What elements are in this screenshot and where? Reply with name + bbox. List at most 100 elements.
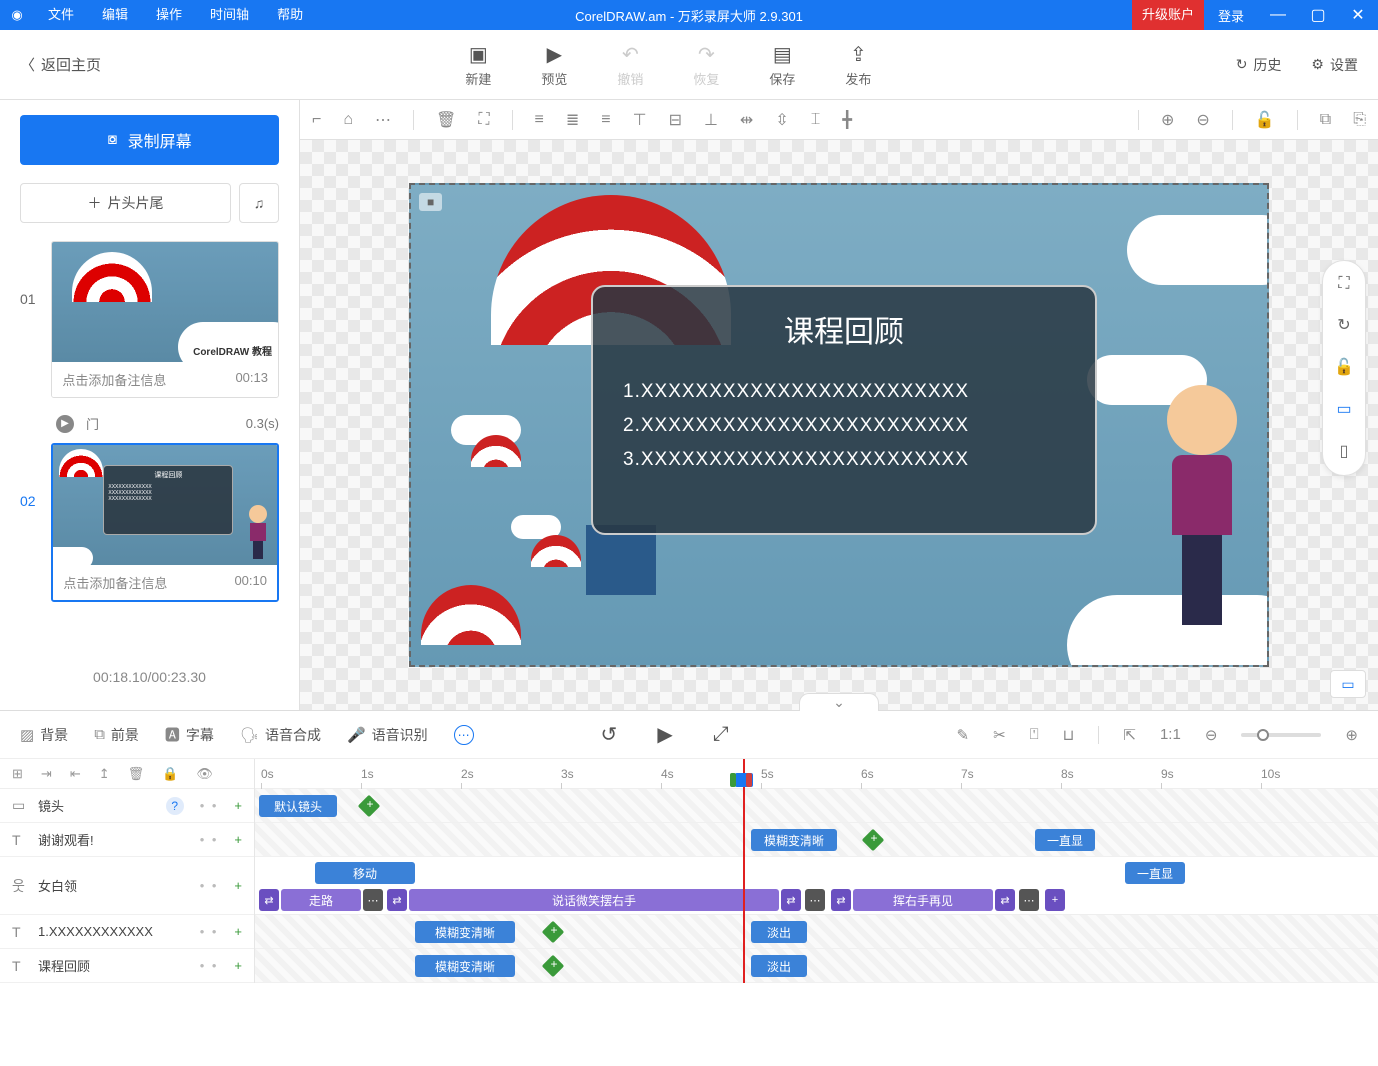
tab-foreground[interactable]: ⧉前景 bbox=[94, 725, 139, 745]
clip-wave-bye[interactable]: 挥右手再见 bbox=[853, 889, 993, 911]
clip-blur-to-clear[interactable]: 模糊变清晰 bbox=[751, 829, 837, 851]
paste-icon[interactable]: ⎘ bbox=[1353, 111, 1366, 129]
playhead[interactable] bbox=[743, 759, 745, 983]
history-button[interactable]: ↻历史 bbox=[1236, 55, 1282, 75]
seg-add-icon[interactable]: + bbox=[1045, 889, 1065, 911]
maximize-button[interactable]: ▢ bbox=[1298, 5, 1338, 25]
menu-timeline[interactable]: 时间轴 bbox=[196, 0, 263, 30]
publish-button[interactable]: ⇪发布 bbox=[845, 42, 871, 88]
collapse-handle[interactable]: ⌄ bbox=[799, 693, 879, 711]
time-ruler[interactable]: 0s 1s 2s 3s 4s 5s 6s 7s 8s 9s 10s bbox=[255, 759, 1378, 789]
align-left-icon[interactable]: ≡ bbox=[535, 111, 544, 129]
close-button[interactable]: ✕ bbox=[1338, 5, 1378, 25]
play-transition-icon[interactable]: ▶ bbox=[56, 415, 74, 433]
play-timeline-icon[interactable]: ▶ bbox=[657, 722, 672, 747]
preview-button[interactable]: ▶预览 bbox=[541, 42, 567, 88]
canvas-viewport[interactable]: ■ 课程回顾 1.XXXXXXXXXXXXXXXXXXXXXXXX 2.XXXX… bbox=[300, 140, 1378, 710]
seg-menu-icon[interactable]: ⋯ bbox=[1019, 889, 1039, 911]
seg-menu-icon[interactable]: ⋯ bbox=[805, 889, 825, 911]
track-row-character[interactable]: 移动 一直显 ⇄ 走路 ⋯ ⇄ 说话微笑摆右手 ⇄ ⋯ ⇄ 挥右手再见 ⇄ ⋯ … bbox=[255, 857, 1378, 915]
track-row[interactable]: 默认镜头 bbox=[255, 789, 1378, 823]
unlock-icon[interactable]: 🔓 bbox=[1334, 357, 1354, 377]
clip-move[interactable]: 移动 bbox=[315, 862, 415, 884]
seg-cap-icon[interactable]: ⇄ bbox=[781, 889, 801, 911]
trash-track-icon[interactable]: 🗑 bbox=[128, 766, 145, 782]
track-text-2[interactable]: T1.XXXXXXXXXXXX• •+ bbox=[0, 915, 254, 949]
zoom-out-icon[interactable]: ⊖ bbox=[1196, 110, 1209, 130]
clip-always-show[interactable]: 一直显 bbox=[1125, 862, 1185, 884]
lock-track-icon[interactable]: 🔒 bbox=[162, 766, 178, 782]
upgrade-button[interactable]: 升级账户 bbox=[1132, 0, 1204, 30]
clip-blur-to-clear[interactable]: 模糊变清晰 bbox=[415, 921, 515, 943]
transition-row[interactable]: ▶ 门 0.3(s) bbox=[20, 410, 279, 443]
tab-tts[interactable]: 🗣语音合成 bbox=[240, 725, 321, 745]
seg-menu-icon[interactable]: ⋯ bbox=[363, 889, 383, 911]
menu-edit[interactable]: 编辑 bbox=[88, 0, 142, 30]
record-screen-button[interactable]: ⧇ 录制屏幕 bbox=[20, 115, 279, 165]
keyframe-add[interactable] bbox=[358, 795, 381, 818]
align-middle-icon[interactable]: ⊟ bbox=[669, 110, 682, 130]
copy-icon[interactable]: ⧉ bbox=[1320, 111, 1331, 129]
zoom-in-icon[interactable]: ⊕ bbox=[1161, 110, 1174, 130]
menu-file[interactable]: 文件 bbox=[34, 0, 88, 30]
track-camera[interactable]: ▭镜头?• •+ bbox=[0, 789, 254, 823]
add-track-icon[interactable]: ⊞ bbox=[12, 766, 23, 782]
clip-blur-to-clear[interactable]: 模糊变清晰 bbox=[415, 955, 515, 977]
character-graphic[interactable] bbox=[1147, 385, 1257, 645]
more-h-icon[interactable]: ⋯ bbox=[375, 110, 391, 130]
up-icon[interactable]: ↥ bbox=[99, 766, 110, 782]
zoom-slider[interactable] bbox=[1241, 733, 1321, 737]
tab-subtitle[interactable]: 🅰字幕 bbox=[165, 724, 214, 745]
tab-more[interactable]: ⋯ bbox=[454, 725, 474, 745]
eye-icon[interactable]: 👁 bbox=[196, 766, 213, 782]
slide-item-2[interactable]: 02 课程回顾 XXXXXXXXXXXXXXXXXXXXXXXXXXXXXXXX… bbox=[20, 443, 279, 602]
edit-icon[interactable]: ✎ bbox=[956, 726, 969, 744]
clip-walk[interactable]: 走路 bbox=[281, 889, 361, 911]
seg-cap-icon[interactable]: ⇄ bbox=[259, 889, 279, 911]
align-right-icon[interactable]: ≡ bbox=[601, 111, 610, 129]
track-row[interactable]: 模糊变清晰 淡出 bbox=[255, 949, 1378, 983]
text-panel[interactable]: 课程回顾 1.XXXXXXXXXXXXXXXXXXXXXXXX 2.XXXXXX… bbox=[591, 285, 1097, 535]
music-button[interactable]: ♫ bbox=[239, 183, 279, 223]
save-button[interactable]: ▤保存 bbox=[769, 42, 795, 88]
track-text-3[interactable]: T课程回顾• •+ bbox=[0, 949, 254, 983]
ruler-icon[interactable]: ⌐ bbox=[312, 111, 321, 129]
mobile-view-icon[interactable]: ▯ bbox=[1340, 441, 1349, 461]
export-icon[interactable]: ⇤ bbox=[70, 766, 81, 782]
zoom-in-tl-icon[interactable]: ⊕ bbox=[1345, 726, 1358, 744]
menu-action[interactable]: 操作 bbox=[142, 0, 196, 30]
clip-always-show[interactable]: 一直显 bbox=[1035, 829, 1095, 851]
minimize-button[interactable]: — bbox=[1258, 6, 1298, 24]
align-top-icon[interactable]: ⊤ bbox=[633, 110, 647, 130]
fullscreen-icon[interactable]: ⛶ bbox=[1338, 275, 1349, 293]
keyframe-add[interactable] bbox=[862, 829, 885, 852]
trash-icon[interactable]: 🗑 bbox=[436, 110, 456, 130]
redo-button[interactable]: ↷恢复 bbox=[693, 42, 719, 88]
desktop-view-icon[interactable]: ▭ bbox=[1336, 399, 1351, 419]
seg-cap-icon[interactable]: ⇄ bbox=[831, 889, 851, 911]
menu-help[interactable]: 帮助 bbox=[263, 0, 317, 30]
center-v-icon[interactable]: ╋ bbox=[842, 110, 852, 130]
refresh-icon[interactable]: ↻ bbox=[1337, 315, 1350, 335]
add-intro-outro-button[interactable]: ＋片头片尾 bbox=[20, 183, 231, 223]
seg-cap-icon[interactable]: ⇄ bbox=[387, 889, 407, 911]
login-button[interactable]: 登录 bbox=[1204, 6, 1258, 25]
undo-button[interactable]: ↶撤销 bbox=[617, 42, 643, 88]
dist-v-icon[interactable]: ⇳ bbox=[775, 110, 788, 130]
magnet-icon[interactable]: ⊔ bbox=[1063, 726, 1075, 744]
expand-icon[interactable]: ⤢ bbox=[713, 723, 729, 746]
back-home-button[interactable]: 〈 返回主页 bbox=[20, 54, 101, 75]
new-button[interactable]: ▣新建 bbox=[465, 42, 491, 88]
stage[interactable]: ■ 课程回顾 1.XXXXXXXXXXXXXXXXXXXXXXXX 2.XXXX… bbox=[409, 183, 1269, 667]
settings-button[interactable]: ⚙设置 bbox=[1311, 55, 1358, 75]
seg-cap-icon[interactable]: ⇄ bbox=[995, 889, 1015, 911]
clip-talk-smile-wave[interactable]: 说话微笑摆右手 bbox=[409, 889, 779, 911]
zoom-out-tl-icon[interactable]: ⊖ bbox=[1205, 726, 1218, 744]
clip-fade-out[interactable]: 淡出 bbox=[751, 921, 807, 943]
import-icon[interactable]: ⇥ bbox=[41, 766, 52, 782]
scale-11-icon[interactable]: 1:1 bbox=[1160, 726, 1181, 743]
fit-icon[interactable]: ⇱ bbox=[1123, 726, 1136, 744]
align-center-icon[interactable]: ≣ bbox=[566, 110, 579, 130]
home-icon[interactable]: ⌂ bbox=[343, 111, 353, 129]
help-icon[interactable]: ? bbox=[166, 797, 184, 815]
